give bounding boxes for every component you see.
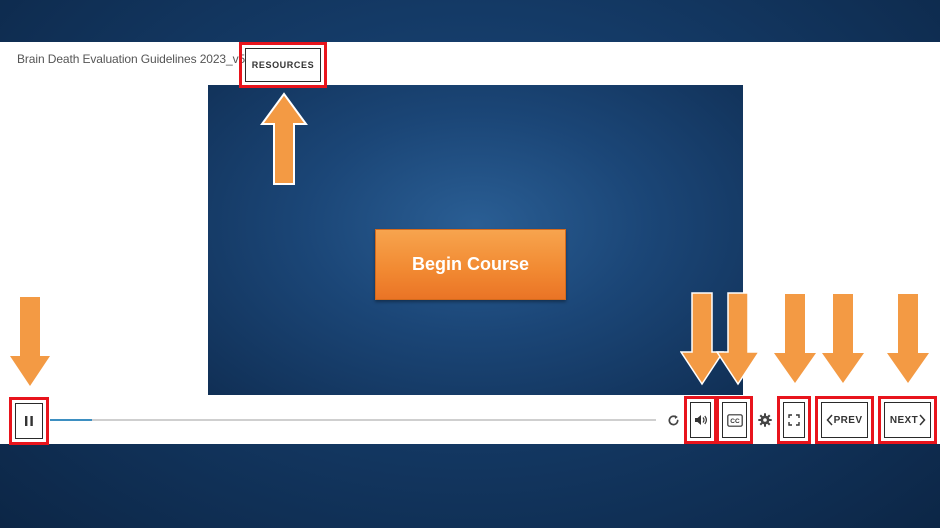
replay-button[interactable]	[664, 410, 682, 430]
closed-captions-icon: CC	[726, 413, 743, 427]
chevron-left-icon	[826, 414, 833, 426]
resources-label: RESOURCES	[251, 60, 315, 70]
volume-button[interactable]	[690, 402, 711, 438]
progress-fill	[50, 419, 93, 421]
arrow-icon-next	[887, 294, 929, 383]
chevron-right-icon	[919, 414, 926, 426]
arrow-icon-pause	[10, 297, 50, 386]
replay-icon	[668, 414, 679, 425]
prev-button[interactable]: PREV	[821, 402, 868, 438]
arrow-icon-fullscreen	[774, 294, 816, 383]
fullscreen-icon	[788, 414, 800, 426]
prev-label: PREV	[833, 414, 863, 426]
resources-button[interactable]: RESOURCES	[245, 48, 321, 82]
arrow-icon-prev	[822, 294, 864, 383]
begin-course-button[interactable]: Begin Course	[375, 229, 566, 300]
next-label: NEXT	[889, 414, 919, 426]
course-title: Brain Death Evaluation Guidelines 2023_v…	[17, 52, 246, 66]
next-button[interactable]: NEXT	[884, 402, 931, 438]
gear-icon	[758, 413, 772, 427]
progress-bar[interactable]	[50, 419, 656, 421]
arrow-icon-captions	[716, 292, 760, 386]
captions-glyph-text: CC	[730, 418, 740, 425]
settings-button[interactable]	[756, 410, 774, 430]
fullscreen-button[interactable]	[783, 402, 805, 438]
arrow-icon-resources	[260, 92, 308, 185]
pause-button[interactable]	[15, 403, 43, 439]
pause-icon	[25, 416, 33, 426]
volume-icon	[694, 415, 707, 425]
page: { "course": { "title": "Brain Death Eval…	[0, 0, 940, 528]
captions-button[interactable]: CC	[722, 402, 747, 438]
